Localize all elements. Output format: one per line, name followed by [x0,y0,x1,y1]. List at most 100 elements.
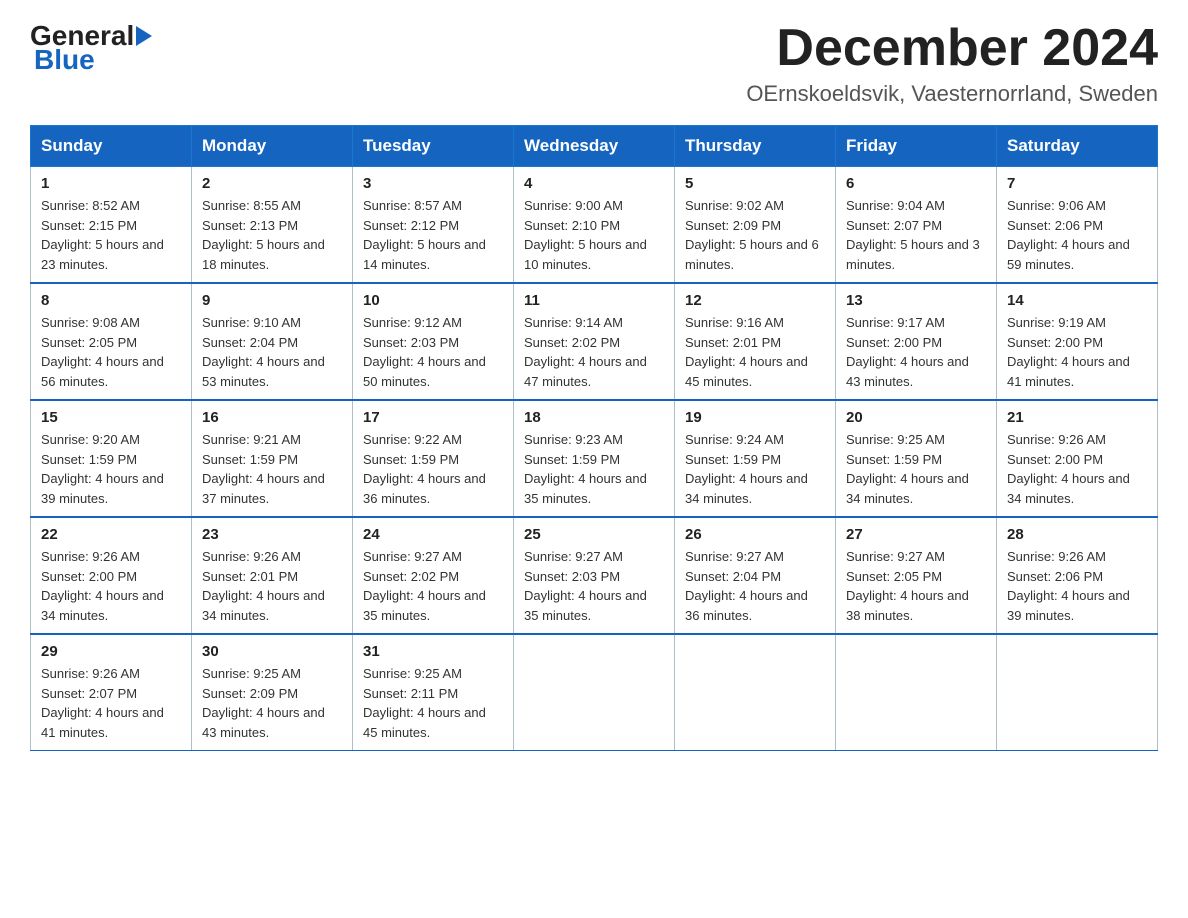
day-number: 13 [846,292,986,309]
day-info: Sunrise: 8:57 AMSunset: 2:12 PMDaylight:… [363,196,503,274]
weekday-header-saturday: Saturday [997,126,1158,167]
day-number: 5 [685,175,825,192]
day-info: Sunrise: 9:06 AMSunset: 2:06 PMDaylight:… [1007,196,1147,274]
day-info: Sunrise: 9:24 AMSunset: 1:59 PMDaylight:… [685,430,825,508]
weekday-header-sunday: Sunday [31,126,192,167]
day-info: Sunrise: 9:20 AMSunset: 1:59 PMDaylight:… [41,430,181,508]
calendar-cell: 10Sunrise: 9:12 AMSunset: 2:03 PMDayligh… [353,283,514,400]
weekday-header-friday: Friday [836,126,997,167]
day-info: Sunrise: 9:27 AMSunset: 2:05 PMDaylight:… [846,547,986,625]
calendar-cell: 14Sunrise: 9:19 AMSunset: 2:00 PMDayligh… [997,283,1158,400]
calendar-cell: 23Sunrise: 9:26 AMSunset: 2:01 PMDayligh… [192,517,353,634]
day-number: 31 [363,643,503,660]
day-info: Sunrise: 9:02 AMSunset: 2:09 PMDaylight:… [685,196,825,274]
calendar-week-row: 22 Sunrise: 9:26 AMSunset: 2:00 PMDayligh… [31,517,1158,634]
day-info: Sunrise: 8:55 AMSunset: 2:13 PMDaylight:… [202,196,342,274]
day-info: Sunrise: 9:23 AMSunset: 1:59 PMDaylight:… [524,430,664,508]
calendar-cell: 24 Sunrise: 9:27 AMSunset: 2:02 PMDayligh… [353,517,514,634]
day-number: 20 [846,409,986,426]
day-info: Sunrise: 9:27 AMSunset: 2:04 PMDaylight:… [685,547,825,625]
calendar-cell: 12Sunrise: 9:16 AMSunset: 2:01 PMDayligh… [675,283,836,400]
calendar-cell: 16 Sunrise: 9:21 AMSunset: 1:59 PMDayligh… [192,400,353,517]
day-info: Sunrise: 9:14 AMSunset: 2:02 PMDaylight:… [524,313,664,391]
day-number: 9 [202,292,342,309]
day-number: 7 [1007,175,1147,192]
day-info: Sunrise: 9:26 AMSunset: 2:00 PMDaylight:… [41,547,181,625]
day-info: Sunrise: 9:10 AMSunset: 2:04 PMDaylight:… [202,313,342,391]
calendar-cell: 2 Sunrise: 8:55 AMSunset: 2:13 PMDaylight… [192,167,353,284]
calendar-cell: 30 Sunrise: 9:25 AMSunset: 2:09 PMDayligh… [192,634,353,751]
day-info: Sunrise: 9:17 AMSunset: 2:00 PMDaylight:… [846,313,986,391]
calendar-cell: 6 Sunrise: 9:04 AMSunset: 2:07 PMDaylight… [836,167,997,284]
calendar-cell: 5 Sunrise: 9:02 AMSunset: 2:09 PMDaylight… [675,167,836,284]
calendar-week-row: 29 Sunrise: 9:26 AMSunset: 2:07 PMDayligh… [31,634,1158,751]
day-number: 25 [524,526,664,543]
calendar-cell: 26 Sunrise: 9:27 AMSunset: 2:04 PMDayligh… [675,517,836,634]
day-number: 22 [41,526,181,543]
day-number: 12 [685,292,825,309]
calendar-table: SundayMondayTuesdayWednesdayThursdayFrid… [30,125,1158,751]
day-number: 21 [1007,409,1147,426]
day-info: Sunrise: 9:25 AMSunset: 1:59 PMDaylight:… [846,430,986,508]
calendar-cell: 21 Sunrise: 9:26 AMSunset: 2:00 PMDayligh… [997,400,1158,517]
day-number: 10 [363,292,503,309]
day-number: 2 [202,175,342,192]
day-number: 11 [524,292,664,309]
logo-arrow-icon [136,26,152,46]
day-info: Sunrise: 9:26 AMSunset: 2:00 PMDaylight:… [1007,430,1147,508]
day-number: 16 [202,409,342,426]
day-number: 1 [41,175,181,192]
day-info: Sunrise: 9:27 AMSunset: 2:02 PMDaylight:… [363,547,503,625]
day-number: 3 [363,175,503,192]
calendar-cell: 19 Sunrise: 9:24 AMSunset: 1:59 PMDayligh… [675,400,836,517]
weekday-header-wednesday: Wednesday [514,126,675,167]
day-number: 23 [202,526,342,543]
day-number: 30 [202,643,342,660]
calendar-cell: 18Sunrise: 9:23 AMSunset: 1:59 PMDayligh… [514,400,675,517]
day-number: 17 [363,409,503,426]
location-title: OErnskoeldsvik, Vaesternorrland, Sweden [746,81,1158,107]
day-info: Sunrise: 9:04 AMSunset: 2:07 PMDaylight:… [846,196,986,274]
day-info: Sunrise: 9:26 AMSunset: 2:06 PMDaylight:… [1007,547,1147,625]
calendar-cell: 17 Sunrise: 9:22 AMSunset: 1:59 PMDayligh… [353,400,514,517]
day-info: Sunrise: 9:27 AMSunset: 2:03 PMDaylight:… [524,547,664,625]
day-info: Sunrise: 9:25 AMSunset: 2:11 PMDaylight:… [363,664,503,742]
day-number: 6 [846,175,986,192]
day-info: Sunrise: 9:08 AMSunset: 2:05 PMDaylight:… [41,313,181,391]
calendar-cell: 31 Sunrise: 9:25 AMSunset: 2:11 PMDayligh… [353,634,514,751]
day-number: 8 [41,292,181,309]
day-number: 4 [524,175,664,192]
day-info: Sunrise: 9:19 AMSunset: 2:00 PMDaylight:… [1007,313,1147,391]
day-info: Sunrise: 9:22 AMSunset: 1:59 PMDaylight:… [363,430,503,508]
day-info: Sunrise: 9:25 AMSunset: 2:09 PMDaylight:… [202,664,342,742]
month-title: December 2024 [746,20,1158,77]
day-info: Sunrise: 8:52 AMSunset: 2:15 PMDaylight:… [41,196,181,274]
day-info: Sunrise: 9:21 AMSunset: 1:59 PMDaylight:… [202,430,342,508]
calendar-cell [514,634,675,751]
calendar-week-row: 1 Sunrise: 8:52 AMSunset: 2:15 PMDaylight… [31,167,1158,284]
logo: General Blue [30,20,154,76]
calendar-cell: 8 Sunrise: 9:08 AMSunset: 2:05 PMDaylight… [31,283,192,400]
calendar-cell: 27 Sunrise: 9:27 AMSunset: 2:05 PMDayligh… [836,517,997,634]
day-number: 19 [685,409,825,426]
weekday-header-thursday: Thursday [675,126,836,167]
calendar-cell: 3 Sunrise: 8:57 AMSunset: 2:12 PMDaylight… [353,167,514,284]
calendar-cell [836,634,997,751]
day-number: 27 [846,526,986,543]
page-header: General Blue December 2024 OErnskoeldsvi… [30,20,1158,107]
day-number: 29 [41,643,181,660]
calendar-cell: 13 Sunrise: 9:17 AMSunset: 2:00 PMDayligh… [836,283,997,400]
calendar-cell: 9 Sunrise: 9:10 AMSunset: 2:04 PMDaylight… [192,283,353,400]
calendar-cell: 28 Sunrise: 9:26 AMSunset: 2:06 PMDayligh… [997,517,1158,634]
calendar-cell: 22 Sunrise: 9:26 AMSunset: 2:00 PMDayligh… [31,517,192,634]
day-number: 28 [1007,526,1147,543]
calendar-cell: 25 Sunrise: 9:27 AMSunset: 2:03 PMDayligh… [514,517,675,634]
day-number: 24 [363,526,503,543]
day-info: Sunrise: 9:26 AMSunset: 2:07 PMDaylight:… [41,664,181,742]
day-number: 26 [685,526,825,543]
calendar-cell: 29 Sunrise: 9:26 AMSunset: 2:07 PMDayligh… [31,634,192,751]
logo-blue-text: Blue [30,44,95,76]
calendar-cell: 4Sunrise: 9:00 AMSunset: 2:10 PMDaylight… [514,167,675,284]
calendar-cell: 11 Sunrise: 9:14 AMSunset: 2:02 PMDayligh… [514,283,675,400]
calendar-cell: 7 Sunrise: 9:06 AMSunset: 2:06 PMDaylight… [997,167,1158,284]
